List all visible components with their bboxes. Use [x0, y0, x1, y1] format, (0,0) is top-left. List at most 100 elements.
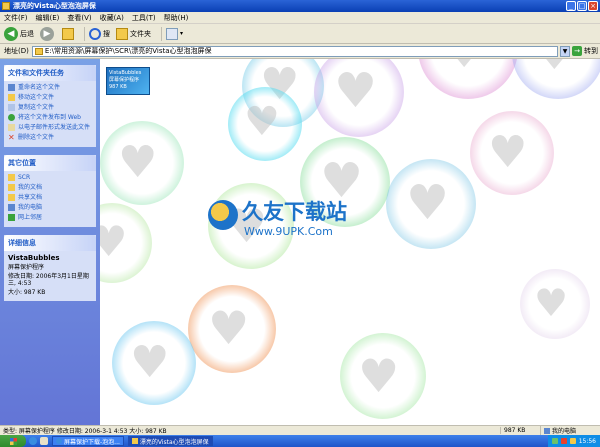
address-value: E:\常用资源\屏幕保护\SCR\漂亮的Vista心型泡泡屏保	[44, 47, 212, 55]
start-button[interactable]	[0, 435, 26, 447]
task-move[interactable]: 移动这个文件	[8, 94, 92, 101]
folder-icon	[2, 2, 10, 10]
task-delete[interactable]: ✕ 删除这个文件	[8, 133, 92, 142]
heart-icon: ♥	[532, 59, 577, 81]
menu-help[interactable]: 帮助(H)	[164, 13, 189, 23]
folders-icon	[116, 27, 128, 40]
menu-view[interactable]: 查看(V)	[67, 13, 91, 23]
search-icon	[89, 27, 101, 40]
address-bar: 地址(D) E:\常用资源\屏幕保护\SCR\漂亮的Vista心型泡泡屏保 ▼ …	[0, 44, 600, 59]
back-arrow-icon: ◀	[4, 26, 18, 41]
move-icon	[8, 94, 15, 101]
file-list-area[interactable]: VistaBubbles 屏幕保护程序 987 KB ♥ ♥ ♥ ♥ ♥ ♥ ♥…	[100, 59, 600, 425]
taskbar: 屏幕保护下载-泡泡... 漂亮的Vista心型泡泡屏保 15:56	[0, 435, 600, 447]
taskbar-item-browser[interactable]: 屏幕保护下载-泡泡...	[52, 436, 124, 446]
toolbar-separator	[84, 26, 85, 41]
forward-button[interactable]: ▶	[40, 26, 56, 41]
email-icon	[8, 124, 15, 131]
globe-icon	[8, 114, 15, 121]
address-dropdown-button[interactable]: ▼	[560, 45, 570, 57]
menu-bar: 文件(F) 编辑(E) 查看(V) 收藏(A) 工具(T) 帮助(H)	[0, 12, 600, 24]
details-modified: 修改日期: 2006年3月1日星期三, 4:53	[8, 273, 89, 287]
back-label: 后退	[20, 29, 34, 38]
network-icon	[8, 214, 15, 221]
heart-icon: ♥	[406, 175, 450, 231]
place-shared-documents[interactable]: 共享文档	[8, 194, 92, 201]
heart-bubble: ♥	[188, 285, 276, 373]
network-tray-icon[interactable]	[551, 438, 558, 444]
heart-icon: ♥	[534, 281, 569, 325]
computer-icon	[8, 204, 15, 211]
taskbar-item-folder[interactable]: 漂亮的Vista心型泡泡屏保	[127, 436, 213, 446]
task-copy[interactable]: 复制这个文件	[8, 104, 92, 111]
heart-icon: ♥	[130, 337, 170, 388]
menu-tools[interactable]: 工具(T)	[132, 13, 156, 23]
watermark-url: Www.9UPK.Com	[244, 225, 333, 238]
details-file-type: 屏幕保护程序	[8, 264, 45, 271]
place-my-documents[interactable]: 我的文档	[8, 184, 92, 191]
heart-bubble: ♥	[470, 111, 554, 195]
task-publish-web[interactable]: 将这个文件发布到 Web	[8, 114, 92, 121]
search-label: 搜	[103, 29, 110, 38]
delete-icon: ✕	[8, 133, 15, 142]
go-button[interactable]: → 转到	[572, 46, 598, 56]
details-panel: 详细信息 VistaBubbles 屏幕保护程序 修改日期: 2006年3月1日…	[4, 235, 96, 301]
file-tasks-header[interactable]: 文件和文件夹任务	[4, 65, 96, 81]
status-main: 类型: 屏幕保护程序 修改日期: 2006-3-1 4:53 大小: 987 K…	[3, 428, 167, 435]
security-tray-icon[interactable]	[560, 438, 567, 444]
back-button[interactable]: ◀ 后退	[4, 26, 34, 41]
heart-bubble: ♥	[100, 121, 184, 205]
windows-logo-icon	[9, 437, 17, 445]
volume-tray-icon[interactable]	[569, 438, 576, 444]
computer-icon	[544, 427, 550, 434]
task-email[interactable]: 以电子邮件形式发送此文件	[8, 124, 92, 131]
ie-icon[interactable]	[29, 437, 37, 445]
status-size: 987 KB	[500, 427, 540, 434]
heart-icon: ♥	[208, 301, 250, 355]
heart-icon: ♥	[100, 217, 128, 266]
menu-file[interactable]: 文件(F)	[4, 13, 28, 23]
chevron-down-icon: ▾	[180, 30, 184, 37]
file-item-vistabubbles[interactable]: VistaBubbles 屏幕保护程序 987 KB	[104, 67, 152, 95]
address-label: 地址(D)	[4, 47, 29, 55]
system-tray: 15:56	[547, 435, 600, 447]
task-pane: 文件和文件夹任务 重命名这个文件 移动这个文件 复制这个文件 将这个文件发布到 …	[0, 59, 100, 425]
minimize-button[interactable]: _	[566, 1, 576, 11]
place-network[interactable]: 网上邻居	[8, 214, 92, 221]
folder-icon	[8, 194, 15, 201]
forward-arrow-icon: ▶	[40, 26, 54, 41]
views-icon	[166, 27, 178, 40]
status-zone-label: 我的电脑	[552, 428, 577, 435]
screensaver-file-icon: VistaBubbles 屏幕保护程序 987 KB	[106, 67, 150, 95]
details-file-name: VistaBubbles	[8, 254, 60, 262]
title-bar: 漂亮的Vista心型泡泡屏保 _ □ ×	[0, 0, 600, 12]
task-rename[interactable]: 重命名这个文件	[8, 84, 92, 91]
folders-button[interactable]: 文件夹	[116, 27, 151, 40]
views-button[interactable]: ▾	[166, 27, 184, 40]
details-header[interactable]: 详细信息	[4, 235, 96, 251]
close-button[interactable]: ×	[588, 1, 598, 11]
place-my-computer[interactable]: 我的电脑	[8, 204, 92, 211]
place-scr[interactable]: SCR	[8, 174, 92, 181]
clock[interactable]: 15:56	[579, 438, 596, 445]
menu-edit[interactable]: 编辑(E)	[36, 13, 60, 23]
other-places-panel: 其它位置 SCR 我的文档 共享文档 我的电脑 网上邻居	[4, 155, 96, 227]
file-tasks-panel: 文件和文件夹任务 重命名这个文件 移动这个文件 复制这个文件 将这个文件发布到 …	[4, 65, 96, 147]
heart-icon: ♥	[440, 59, 488, 80]
up-folder-icon[interactable]	[62, 27, 74, 40]
maximize-button[interactable]: □	[577, 1, 587, 11]
ie-icon	[56, 438, 62, 444]
search-button[interactable]: 搜	[89, 27, 110, 40]
folders-label: 文件夹	[130, 29, 151, 38]
details-size: 大小: 987 KB	[8, 289, 46, 296]
heart-bubble: ♥	[340, 333, 426, 419]
heart-icon: ♥	[358, 349, 400, 403]
other-places-header[interactable]: 其它位置	[4, 155, 96, 171]
desktop-icon[interactable]	[40, 437, 48, 445]
heart-bubble: ♥	[112, 321, 196, 405]
menu-favorites[interactable]: 收藏(A)	[100, 13, 124, 23]
rename-icon	[8, 84, 15, 91]
address-input[interactable]: E:\常用资源\屏幕保护\SCR\漂亮的Vista心型泡泡屏保	[31, 45, 558, 57]
folder-icon	[131, 438, 138, 444]
heart-icon: ♥	[244, 99, 280, 145]
